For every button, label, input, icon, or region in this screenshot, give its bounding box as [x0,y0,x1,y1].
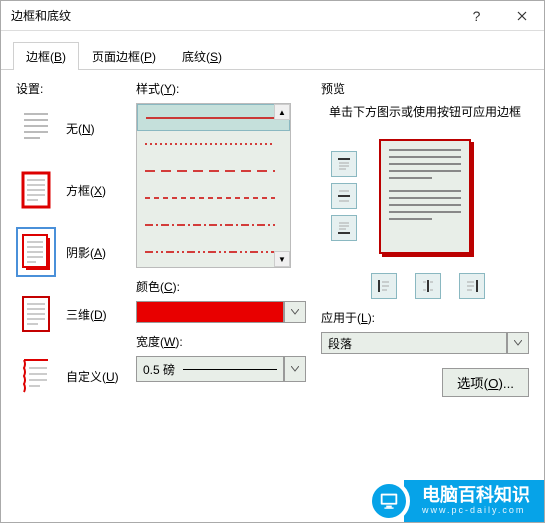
edge-vmiddle-button[interactable] [415,273,441,299]
width-display: 0.5 磅 [136,356,284,382]
color-dropdown-button[interactable] [284,301,306,323]
tab-border-hotkey: B [54,50,62,64]
watermark-main: 电脑百科知识 [422,486,530,506]
preview-column: 预览 单击下方图示或使用按钮可应用边框 [321,80,529,461]
color-label: 颜色(C): [136,278,306,295]
style-label: 样式(Y): [136,80,306,97]
titlebar: 边框和底纹 ? [1,1,544,31]
style-item-dashed[interactable] [137,185,290,212]
apply-dropdown-button[interactable] [507,332,529,354]
chevron-down-icon [514,340,522,346]
width-dropdown-button[interactable] [284,356,306,382]
setting-none[interactable]: 无(N) [16,103,126,153]
setting-none-label: 无(N) [66,120,95,137]
edge-left-icon [376,278,392,294]
setting-box-label: 方框(X) [66,182,106,199]
help-button[interactable]: ? [454,1,499,31]
watermark-text: 电脑百科知识 www.pc-daily.com [404,480,544,522]
setting-3d-label: 三维(D) [66,306,107,323]
width-value: 0.5 磅 [143,361,175,378]
tab-page-border[interactable]: 页面边框(P) [79,42,169,70]
color-combo[interactable] [136,301,306,323]
preview-label: 预览 [321,80,529,97]
setting-shadow-label: 阴影(A) [66,244,106,261]
setting-custom-icon [16,351,56,401]
style-column: 样式(Y): ▲ [136,80,306,461]
setting-3d[interactable]: 三维(D) [16,289,126,339]
edge-top-button[interactable] [331,151,357,177]
width-line-preview [183,369,277,370]
style-item-dashed-wide[interactable] [137,158,290,185]
options-button[interactable]: 选项(O)... [442,368,529,397]
preview-hint: 单击下方图示或使用按钮可应用边框 [321,103,529,121]
preview-area [321,133,529,303]
setting-3d-icon [16,289,56,339]
setting-shadow-icon [16,227,56,277]
dialog-content: 设置: 无(N) 方框(X) 阴影(A) [1,70,544,471]
tab-border[interactable]: 边框(B) [13,42,79,70]
watermark-sub: www.pc-daily.com [422,506,530,516]
apply-combo[interactable]: 段落 [321,332,529,354]
tab-shading-hotkey: S [210,50,218,64]
edge-hmiddle-button[interactable] [331,183,357,209]
color-swatch [136,301,284,323]
close-button[interactable] [499,1,544,31]
style-item-dotted[interactable] [137,131,290,158]
setting-column: 设置: 无(N) 方框(X) 阴影(A) [16,80,126,461]
close-icon [517,11,527,21]
setting-none-icon [16,103,56,153]
setting-custom-label: 自定义(U) [66,368,119,385]
edge-vmiddle-icon [420,278,436,294]
edge-hmiddle-icon [336,188,352,204]
style-scroll-up[interactable]: ▲ [274,104,290,120]
setting-box[interactable]: 方框(X) [16,165,126,215]
width-label: 宽度(W): [136,333,306,350]
chevron-down-icon [291,309,299,315]
watermark: 电脑百科知识 www.pc-daily.com [368,480,544,522]
setting-label: 设置: [16,80,126,97]
style-item-dashdot[interactable] [137,212,290,239]
style-list[interactable]: ▲ ▼ [136,103,291,268]
tab-page-border-hotkey: P [144,50,152,64]
chevron-down-icon [291,366,299,372]
apply-value: 段落 [321,332,507,354]
dialog-borders-shading: 边框和底纹 ? 边框(B) 页面边框(P) 底纹(S) 设置: 无(N) [0,0,545,523]
edge-bottom-icon [336,220,352,236]
style-item-dashdotdot[interactable] [137,239,290,266]
edge-right-button[interactable] [459,273,485,299]
edge-right-icon [464,278,480,294]
setting-shadow[interactable]: 阴影(A) [16,227,126,277]
edge-top-icon [336,156,352,172]
preview-document[interactable] [379,139,471,254]
style-scroll-down[interactable]: ▼ [274,251,290,267]
width-combo[interactable]: 0.5 磅 [136,356,306,382]
apply-label: 应用于(L): [321,309,529,326]
watermark-logo-icon [368,480,410,522]
style-item-solid[interactable] [137,104,290,131]
dialog-title: 边框和底纹 [11,7,454,24]
tab-bar: 边框(B) 页面边框(P) 底纹(S) [1,31,544,70]
setting-custom[interactable]: 自定义(U) [16,351,126,401]
edge-bottom-button[interactable] [331,215,357,241]
tab-shading[interactable]: 底纹(S) [169,42,235,70]
edge-left-button[interactable] [371,273,397,299]
setting-box-icon [16,165,56,215]
